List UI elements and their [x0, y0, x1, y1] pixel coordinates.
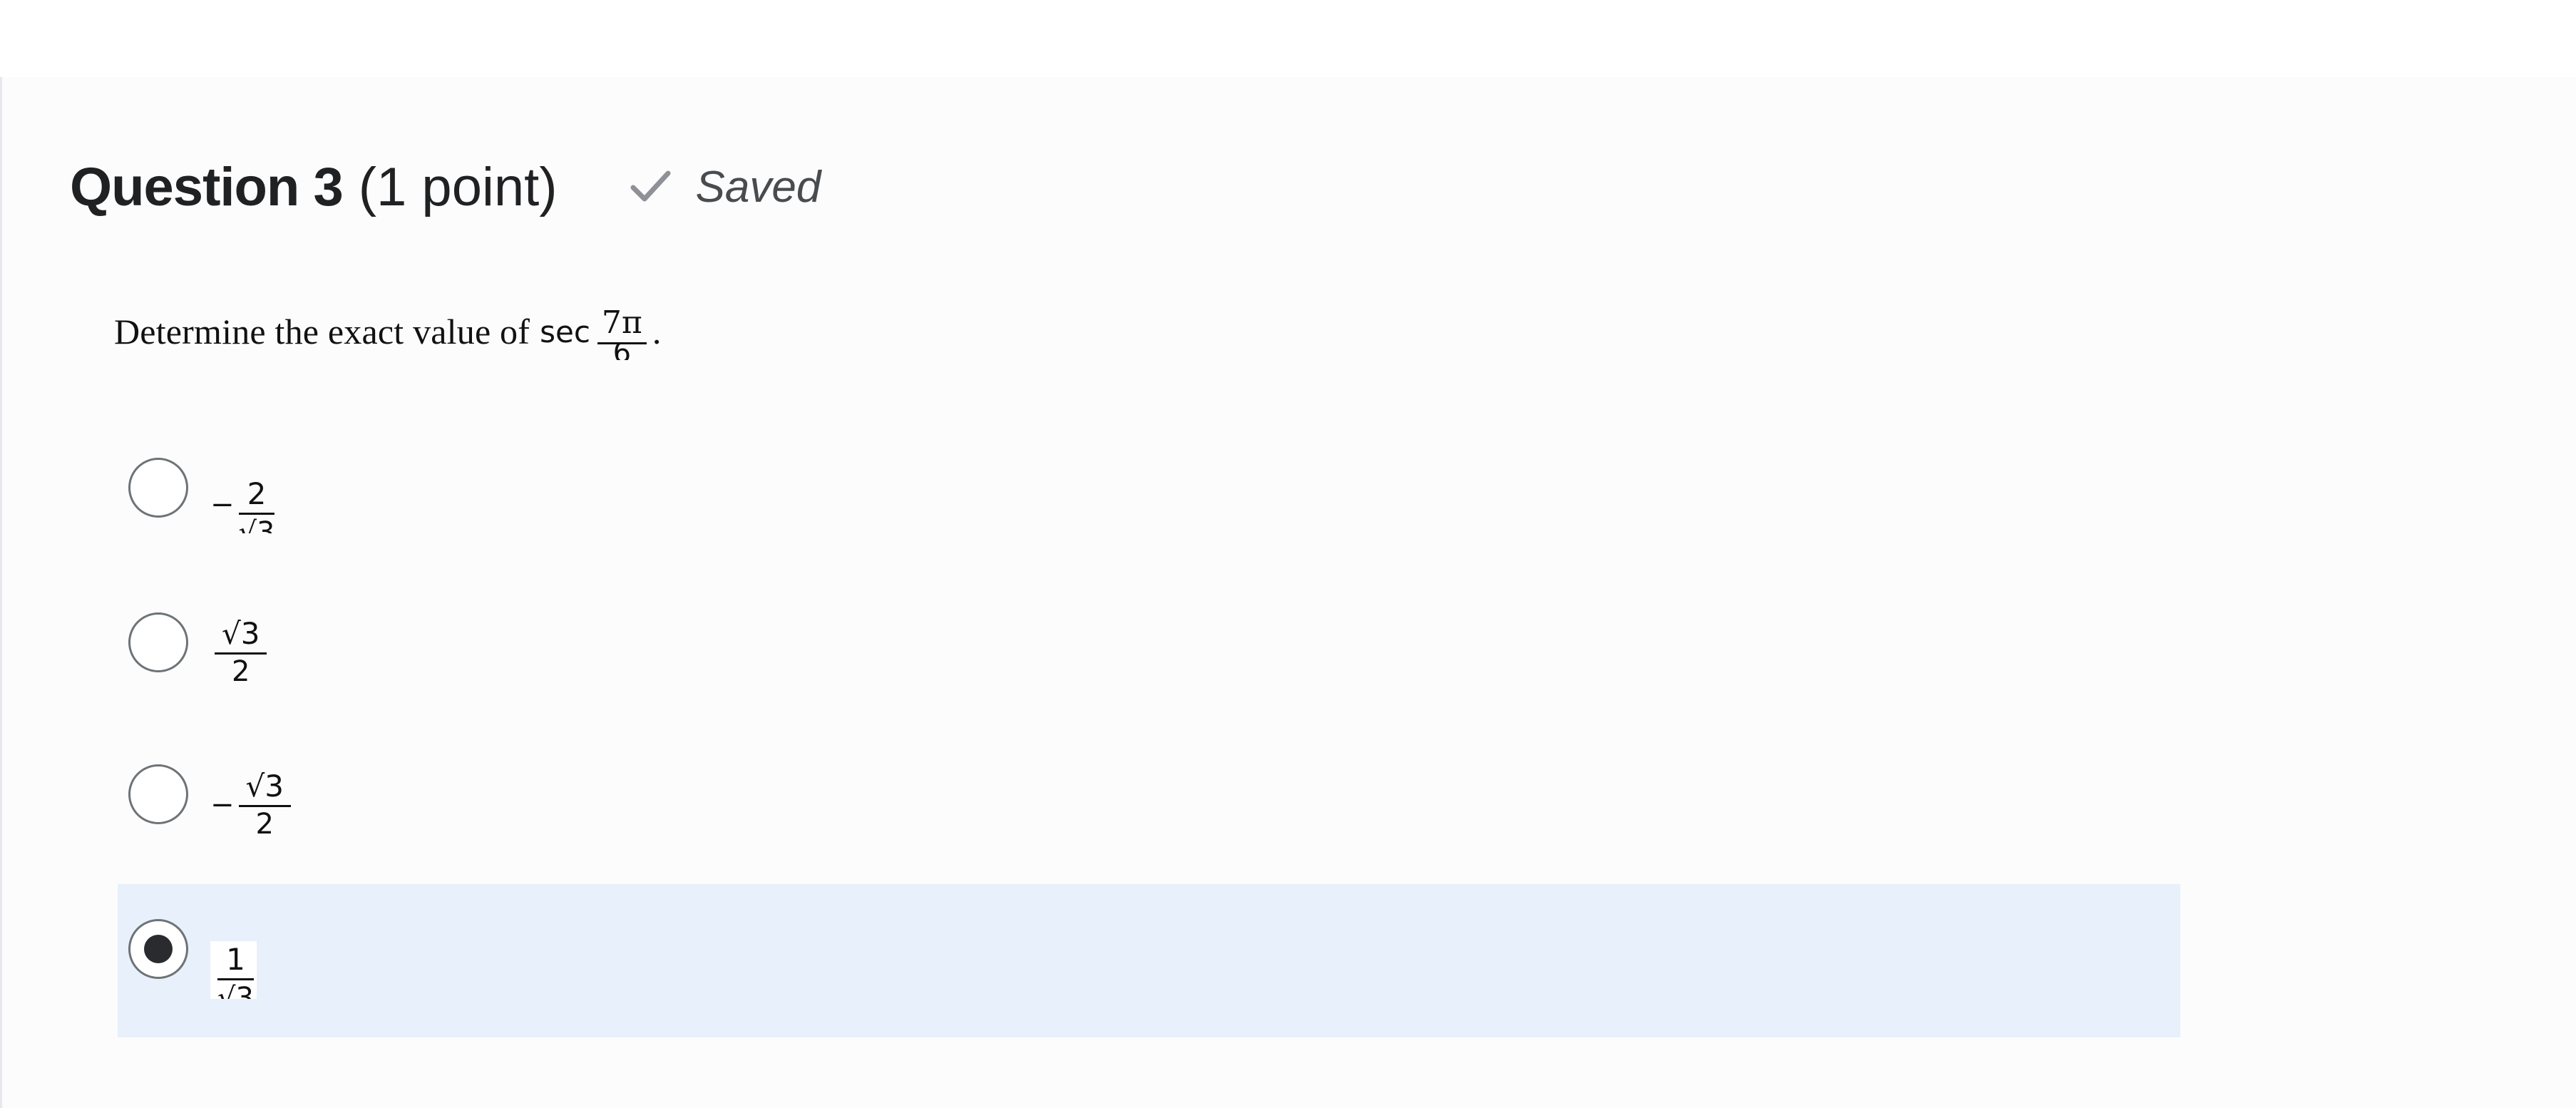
question-header: Question 3 (1 point) Saved	[70, 151, 821, 222]
prompt-fraction-denominator: 6	[613, 344, 631, 360]
option-3-math: − √3 2	[210, 768, 291, 841]
question-prompt: Determine the exact value of sec 7π 6 .	[114, 289, 661, 374]
option-2-denominator: 2	[232, 655, 250, 688]
question-title: Question 3	[70, 156, 344, 217]
option-3-denominator: 2	[255, 808, 274, 841]
question-points: (1 point)	[358, 156, 558, 217]
saved-label: Saved	[695, 162, 821, 212]
option-4-math: 1 √3	[210, 941, 257, 999]
option-2-math: √3 2	[210, 615, 267, 689]
checkmark-icon	[630, 170, 671, 202]
answer-option-4[interactable]: 1 √3	[118, 884, 2180, 1037]
radio-button-1[interactable]	[128, 458, 188, 518]
answer-option-1[interactable]: − 2 √3	[118, 429, 2180, 583]
option-3-numerator: √3	[245, 769, 284, 804]
prompt-fraction: 7π 6	[597, 304, 647, 360]
prompt-end: .	[652, 312, 662, 352]
option-3-fraction: √3 2	[238, 768, 291, 841]
save-status: Saved	[629, 162, 821, 212]
option-4-fraction: 1 √3	[217, 941, 254, 999]
option-1-fraction: 2 √3	[238, 476, 275, 533]
option-1-denominator: √3	[238, 516, 275, 533]
option-1-math: − 2 √3	[210, 476, 275, 533]
answer-option-3[interactable]: − √3 2	[118, 736, 2180, 889]
radio-button-4-selected[interactable]	[128, 919, 188, 979]
option-2-numerator: √3	[222, 616, 260, 651]
option-3-sign: −	[210, 788, 235, 821]
sec-function: sec	[540, 314, 590, 349]
option-2-fraction: √3 2	[215, 615, 267, 689]
prompt-text: Determine the exact value of	[114, 312, 530, 352]
prompt-fraction-numerator: 7π	[601, 304, 642, 341]
option-1-numerator: 2	[247, 476, 267, 511]
radio-button-2[interactable]	[128, 612, 188, 672]
option-1-sign: −	[210, 488, 235, 521]
radio-button-3[interactable]	[128, 764, 188, 824]
answer-option-2[interactable]: √3 2	[118, 583, 2180, 736]
option-4-denominator: √3	[217, 982, 254, 999]
option-4-numerator: 1	[226, 942, 245, 977]
